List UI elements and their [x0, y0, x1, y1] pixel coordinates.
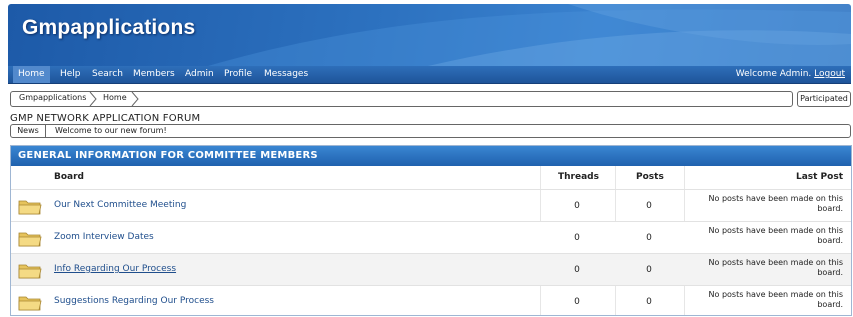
- news-bar: News Welcome to our new forum!: [10, 124, 851, 138]
- last-post-info: No posts have been made on this board.: [708, 194, 843, 213]
- forum-name: GMP NETWORK APPLICATION FORUM: [10, 113, 201, 124]
- breadcrumb-item-gmpapplications[interactable]: Gmpapplications: [19, 93, 86, 102]
- posts-count: 0: [646, 201, 652, 211]
- board-link[interactable]: Zoom Interview Dates: [54, 232, 154, 242]
- column-header-last-post: Last Post: [795, 172, 843, 182]
- participated-button[interactable]: Participated: [797, 91, 851, 107]
- category-title[interactable]: GENERAL INFORMATION FOR COMMITTEE MEMBER…: [11, 146, 851, 166]
- posts-count: 0: [646, 233, 652, 243]
- last-post-info: No posts have been made on this board.: [708, 290, 843, 309]
- folder-icon: [18, 200, 42, 215]
- folder-icon: [18, 264, 42, 279]
- breadcrumb: Gmpapplications Home: [10, 91, 793, 107]
- board-link[interactable]: Our Next Committee Meeting: [54, 200, 186, 210]
- board-link[interactable]: Suggestions Regarding Our Process: [54, 296, 214, 306]
- threads-count: 0: [574, 265, 580, 275]
- nav-search[interactable]: Search: [92, 69, 123, 79]
- category-section: GENERAL INFORMATION FOR COMMITTEE MEMBER…: [10, 145, 852, 316]
- chevron-right-icon: [131, 92, 139, 106]
- nav-profile[interactable]: Profile: [224, 69, 252, 79]
- column-header-threads: Threads: [558, 172, 599, 182]
- last-post-info: No posts have been made on this board.: [708, 258, 843, 277]
- logout-link[interactable]: Logout: [814, 69, 845, 79]
- welcome-area: Welcome Admin. Logout: [736, 69, 845, 79]
- news-label: News: [11, 125, 46, 137]
- table-row: Info Regarding Our Process 0 0 No posts …: [11, 253, 851, 285]
- nav-admin[interactable]: Admin: [185, 69, 214, 79]
- site-title[interactable]: Gmpapplications: [22, 16, 195, 40]
- breadcrumb-item-home[interactable]: Home: [103, 93, 127, 102]
- nav-members[interactable]: Members: [133, 69, 175, 79]
- nav-messages[interactable]: Messages: [264, 69, 308, 79]
- folder-icon: [18, 296, 42, 311]
- nav-help[interactable]: Help: [60, 69, 81, 79]
- site-banner: Gmpapplications: [8, 4, 851, 66]
- table-row: Suggestions Regarding Our Process 0 0 No…: [11, 285, 851, 317]
- posts-count: 0: [646, 265, 652, 275]
- folder-icon: [18, 232, 42, 247]
- chevron-right-icon: [89, 92, 97, 106]
- column-header-posts: Posts: [636, 172, 664, 182]
- table-row: Zoom Interview Dates 0 0 No posts have b…: [11, 221, 851, 253]
- threads-count: 0: [574, 201, 580, 211]
- threads-count: 0: [574, 233, 580, 243]
- column-header-board: Board: [54, 172, 84, 182]
- table-row: Our Next Committee Meeting 0 0 No posts …: [11, 189, 851, 221]
- main-navbar: Home Help Search Members Admin Profile M…: [8, 66, 851, 84]
- nav-home[interactable]: Home: [13, 66, 50, 83]
- posts-count: 0: [646, 297, 652, 307]
- last-post-info: No posts have been made on this board.: [708, 226, 843, 245]
- welcome-text: Welcome Admin.: [735, 69, 812, 79]
- board-link[interactable]: Info Regarding Our Process: [54, 264, 176, 274]
- threads-count: 0: [574, 297, 580, 307]
- news-text: Welcome to our new forum!: [55, 126, 167, 135]
